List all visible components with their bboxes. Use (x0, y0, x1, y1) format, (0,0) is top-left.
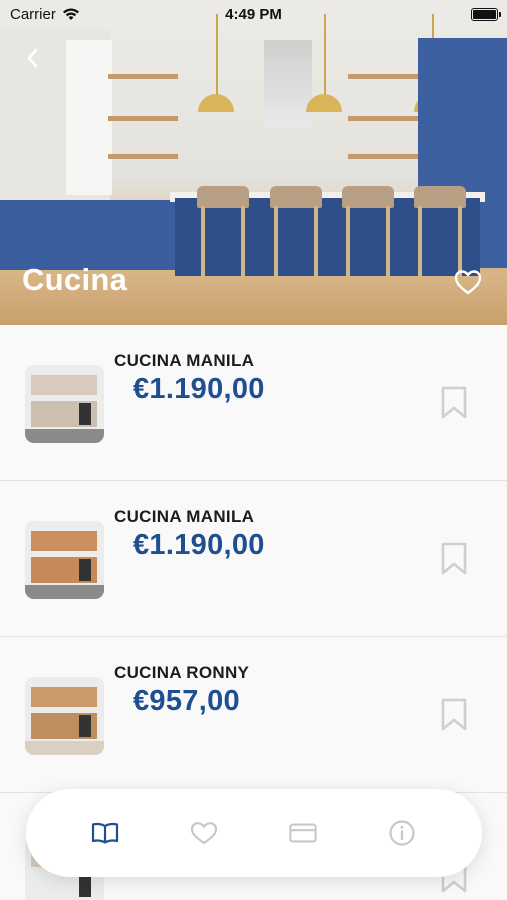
bookmark-button[interactable] (440, 697, 468, 733)
bottom-tab-bar (26, 789, 482, 877)
info-icon (389, 820, 415, 846)
hero-stool (414, 186, 466, 278)
chevron-left-icon (27, 48, 38, 68)
bookmark-icon (441, 698, 467, 731)
book-icon (91, 822, 119, 844)
product-thumbnail (25, 365, 104, 443)
hero-shelf (108, 154, 178, 159)
product-name: CUCINA RONNY (114, 663, 250, 682)
tab-catalog[interactable] (90, 818, 120, 848)
hero-window (66, 40, 112, 195)
product-name: CUCINA MANILA (114, 507, 255, 526)
favorite-button[interactable] (453, 268, 483, 296)
heart-icon (454, 270, 482, 295)
status-bar: Carrier 4:49 PM (0, 0, 507, 30)
product-thumbnail (25, 521, 104, 599)
product-price: €957,00 (133, 685, 240, 717)
hero-shelf (108, 74, 178, 79)
product-price: €1.190,00 (133, 529, 265, 561)
hero-stool (197, 186, 249, 278)
list-item[interactable]: CUCINA RONNY €957,00 (0, 637, 507, 793)
hero-banner: Carrier 4:49 PM Cucina (0, 0, 507, 325)
list-item[interactable]: CUCINA MANILA €1.190,00 (0, 325, 507, 481)
product-name: CUCINA MANILA (114, 351, 255, 370)
product-thumbnail (25, 677, 104, 755)
hero-shelf (348, 116, 420, 121)
tab-card[interactable] (288, 818, 318, 848)
battery-icon (471, 8, 501, 21)
bookmark-icon (441, 542, 467, 575)
tab-info[interactable] (387, 818, 417, 848)
status-time: 4:49 PM (225, 6, 282, 23)
hero-pendant-lamp (198, 94, 234, 112)
hero-stool (270, 186, 322, 278)
hero-stool (342, 186, 394, 278)
bookmark-icon (441, 386, 467, 419)
bookmark-button[interactable] (440, 385, 468, 421)
hero-shelf (108, 116, 178, 121)
page-title: Cucina (22, 262, 128, 297)
hero-lower-cabinet (0, 200, 175, 270)
card-icon (289, 823, 317, 843)
bookmark-button[interactable] (440, 541, 468, 577)
tab-favorites[interactable] (189, 818, 219, 848)
product-price: €1.190,00 (133, 373, 265, 405)
list-item[interactable]: CUCINA MANILA €1.190,00 (0, 481, 507, 637)
hero-shelf (348, 74, 420, 79)
back-button[interactable] (18, 44, 46, 72)
heart-icon (190, 822, 218, 845)
hero-shelf (348, 154, 420, 159)
hero-range-hood (264, 40, 312, 128)
